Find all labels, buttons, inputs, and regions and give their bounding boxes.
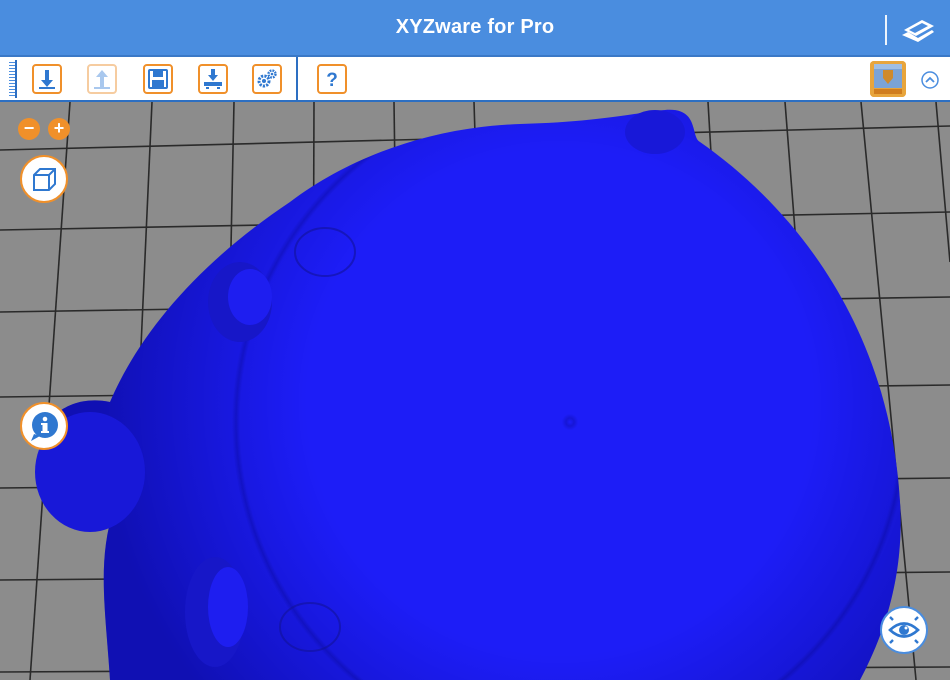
help-button[interactable]: ? bbox=[317, 64, 347, 94]
print-button[interactable] bbox=[198, 64, 228, 94]
question-mark-icon: ? bbox=[326, 70, 338, 90]
printer-icon bbox=[870, 61, 906, 97]
chevron-up-circle-icon[interactable] bbox=[920, 70, 940, 90]
app-title: XYZware for Pro bbox=[395, 16, 555, 38]
settings-button[interactable] bbox=[252, 64, 282, 94]
xyz-logo-icon[interactable] bbox=[900, 14, 936, 44]
gears-icon bbox=[257, 69, 277, 88]
save-button[interactable] bbox=[143, 64, 173, 94]
view-cube-button[interactable] bbox=[20, 155, 68, 203]
toolbar-divider bbox=[296, 57, 298, 100]
print-bed-scene[interactable] bbox=[0, 102, 950, 680]
import-button[interactable] bbox=[32, 64, 62, 94]
download-arrow-icon bbox=[39, 70, 55, 89]
cube-icon bbox=[33, 168, 56, 191]
toolbar-grip-line bbox=[15, 60, 17, 98]
info-button[interactable] bbox=[20, 402, 68, 450]
printer-status-button[interactable] bbox=[870, 61, 906, 97]
zoom-in-button[interactable]: + bbox=[48, 118, 70, 140]
title-bar: XYZware for Pro bbox=[0, 0, 950, 57]
3d-viewport[interactable]: − + bbox=[0, 102, 950, 680]
info-bubble-icon bbox=[31, 412, 58, 441]
main-toolbar: ? bbox=[0, 57, 950, 102]
upload-arrow-icon bbox=[94, 70, 110, 89]
eye-icon bbox=[888, 616, 920, 644]
print-to-printer-icon bbox=[204, 69, 222, 89]
svg-text:?: ? bbox=[326, 70, 338, 90]
title-separator bbox=[885, 15, 887, 45]
export-button[interactable] bbox=[87, 64, 117, 94]
visibility-button[interactable] bbox=[880, 606, 928, 654]
floppy-disk-icon bbox=[148, 69, 168, 89]
zoom-out-button[interactable]: − bbox=[18, 118, 40, 140]
